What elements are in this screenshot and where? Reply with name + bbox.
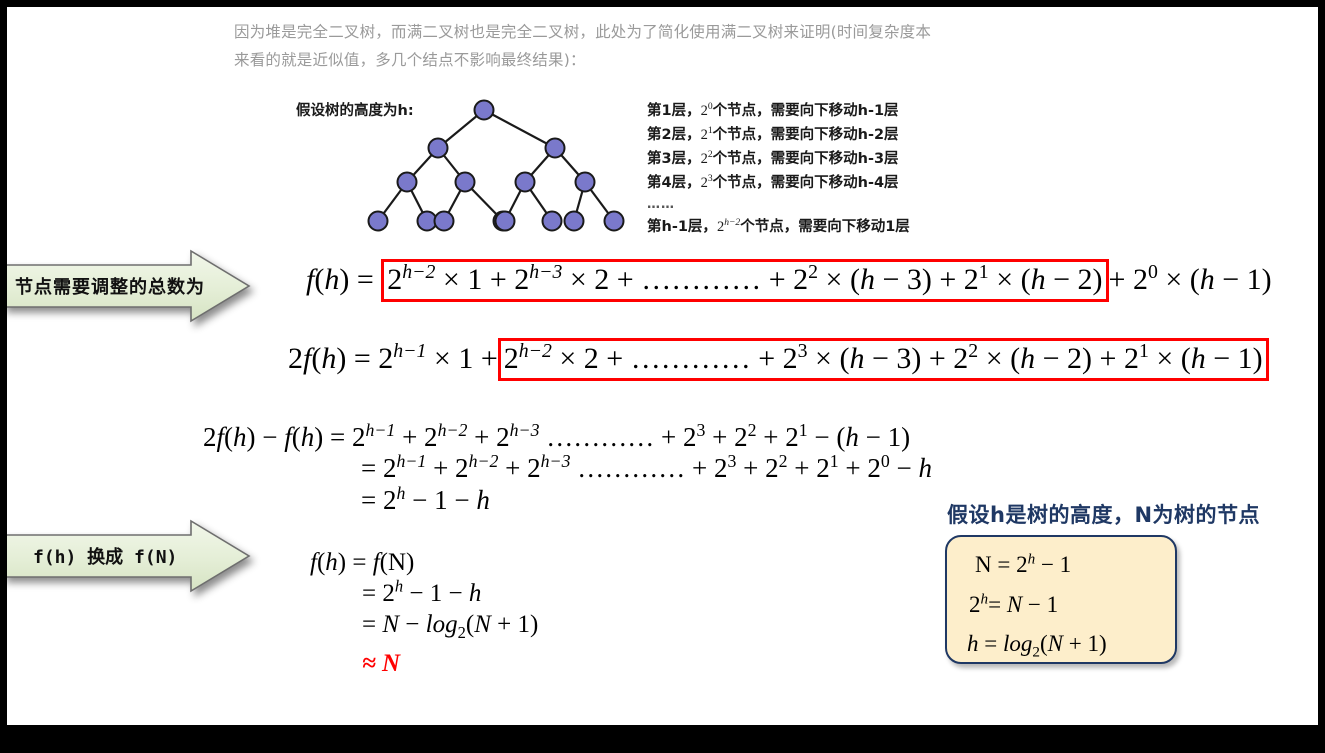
level-row-4: 第4层，23个节点，需要向下移动h-4层 bbox=[647, 171, 910, 195]
slide-canvas: 因为堆是完全二叉树，而满二叉树也是完全二叉树，此处为了简化使用满二叉树来证明(时… bbox=[7, 7, 1318, 725]
intro-line-2: 来看的就是近似值，多几个结点不影响最终结果)： bbox=[234, 51, 586, 69]
callout-total-nodes[interactable]: 节点需要调整的总数为 bbox=[7, 249, 251, 323]
level-list-ellipsis: …… bbox=[647, 197, 675, 212]
yellow-callout-title: 假设h是树的高度，N为树的节点 bbox=[947, 503, 1261, 528]
yellow-callout-line-2: 2h= N − 1 bbox=[969, 590, 1059, 617]
equation-2-lhs: 2f(h) = 2h−1 × 1 + bbox=[288, 340, 498, 375]
fn-line-1: f(h) = f(N) bbox=[310, 549, 415, 576]
level-row-suffix: 个节点，需要向下移动h-2层 bbox=[712, 127, 899, 143]
tree-node-leaf bbox=[541, 210, 563, 232]
level-row-base: 2 bbox=[700, 151, 708, 167]
level-row-1: 第1层，20个节点，需要向下移动h-1层 bbox=[647, 99, 910, 123]
level-row-prefix: 第3层， bbox=[647, 151, 701, 167]
fn-derivation-block: f(h) = f(N) = 2h − 1 − h = N − log2(N + … bbox=[310, 547, 538, 679]
equation-4: = 2h−1 + 2h−2 + 2h−3 ………… + 23 + 22 + 21… bbox=[361, 451, 933, 484]
tree-node-leaf bbox=[494, 210, 516, 232]
level-row-base: 2 bbox=[700, 103, 708, 119]
equation-5-lhs: = bbox=[361, 485, 377, 515]
callout-swap-fh-fn-label: f(h) 换成 f(N) bbox=[33, 547, 178, 568]
level-row-exponent: h−2 bbox=[724, 217, 741, 229]
tree-node-leaf bbox=[433, 210, 455, 232]
intro-line-1: 因为堆是完全二叉树，而满二叉树也是完全二叉树，此处为了简化使用满二叉树来证明(时… bbox=[234, 23, 932, 41]
slide-frame: 因为堆是完全二叉树，而满二叉树也是完全二叉树，此处为了简化使用满二叉树来证明(时… bbox=[0, 0, 1325, 753]
tree-nodes bbox=[367, 99, 625, 232]
binary-tree-diagram bbox=[367, 99, 625, 232]
equation-5: = 2h − 1 − h bbox=[361, 483, 490, 516]
equation-1-tail: + 20 × (h − 1) bbox=[1108, 261, 1272, 296]
tree-node-root bbox=[473, 99, 495, 121]
tree-node bbox=[574, 171, 596, 193]
tree-node bbox=[396, 171, 418, 193]
tree-node bbox=[544, 137, 566, 159]
level-row-3: 第3层，22个节点，需要向下移动h-3层 bbox=[647, 147, 910, 171]
level-row-suffix: 个节点，需要向下移动h-4层 bbox=[712, 175, 899, 191]
level-row-suffix: 个节点，需要向下移动h-1层 bbox=[712, 103, 899, 119]
level-row-2: 第2层，21个节点，需要向下移动h-2层 bbox=[647, 123, 910, 147]
level-description-list: 第1层，20个节点，需要向下移动h-1层 第2层，21个节点，需要向下移动h-2… bbox=[647, 99, 910, 239]
equation-3-rhs: 2h−1 + 2h−2 + 2h−3 ………… + 23 + 22 + 21 −… bbox=[351, 420, 911, 452]
level-row-prefix: 第2层， bbox=[647, 127, 701, 143]
tree-node bbox=[454, 171, 476, 193]
tree-node-leaf bbox=[603, 210, 625, 232]
level-row-suffix: 个节点，需要向下移动h-3层 bbox=[712, 151, 899, 167]
equation-1-lhs: f(h) = bbox=[306, 263, 374, 296]
yellow-callout-line-1: N = 2h − 1 bbox=[975, 550, 1072, 577]
level-row-prefix: 第4层， bbox=[647, 175, 701, 191]
tree-node bbox=[514, 171, 536, 193]
callout-total-nodes-label: 节点需要调整的总数为 bbox=[15, 277, 205, 298]
tree-node-leaf bbox=[563, 210, 585, 232]
tree-edges bbox=[377, 109, 615, 222]
equation-1: f(h) = 2h−2 × 1 + 2h−3 × 2 + ………… + 22 ×… bbox=[306, 259, 1272, 302]
fn-line-4: ≈ N bbox=[362, 650, 401, 677]
level-row-base: 2 bbox=[700, 175, 708, 191]
equation-4-rhs: 2h−1 + 2h−2 + 2h−3 ………… + 23 + 22 + 21 +… bbox=[382, 451, 933, 483]
level-row-base: 2 bbox=[700, 127, 708, 143]
equation-3: 2f(h) − f(h) = 2h−1 + 2h−2 + 2h−3 ………… +… bbox=[203, 420, 911, 453]
level-row-prefix: 第1层， bbox=[647, 103, 701, 119]
equation-3-lhs: 2f(h) − f(h) = bbox=[203, 422, 346, 452]
tree-node-leaf bbox=[367, 210, 389, 232]
equation-2-boxed-group: 2h−2 × 2 + ………… + 23 × (h − 3) + 22 × (h… bbox=[497, 338, 1269, 381]
fn-line-2: = 2h − 1 − h bbox=[362, 576, 482, 607]
tree-node bbox=[427, 137, 449, 159]
level-row-prefix: 第h-1层， bbox=[647, 219, 717, 235]
yellow-callout-line-3: h = log2(N + 1) bbox=[967, 631, 1107, 661]
intro-paragraph: 因为堆是完全二叉树，而满二叉树也是完全二叉树，此处为了简化使用满二叉树来证明(时… bbox=[234, 18, 1064, 74]
level-row-suffix: 个节点，需要向下移动1层 bbox=[740, 219, 910, 235]
callout-swap-fh-fn[interactable]: f(h) 换成 f(N) bbox=[7, 519, 251, 593]
level-row-last: 第h-1层，2h−2个节点，需要向下移动1层 bbox=[647, 215, 910, 239]
equation-5-rhs: 2h − 1 − h bbox=[382, 483, 490, 515]
equation-4-lhs: = bbox=[361, 453, 377, 483]
equation-2: 2f(h) = 2h−1 × 1 + 2h−2 × 2 + ………… + 23 … bbox=[288, 338, 1269, 381]
fn-line-3: = N − log2(N + 1) bbox=[362, 611, 539, 642]
yellow-callout-box: N = 2h − 1 2h= N − 1 h = log2(N + 1) bbox=[945, 535, 1177, 664]
equation-1-boxed-group: 2h−2 × 1 + 2h−3 × 2 + ………… + 22 × (h − 3… bbox=[381, 259, 1109, 302]
